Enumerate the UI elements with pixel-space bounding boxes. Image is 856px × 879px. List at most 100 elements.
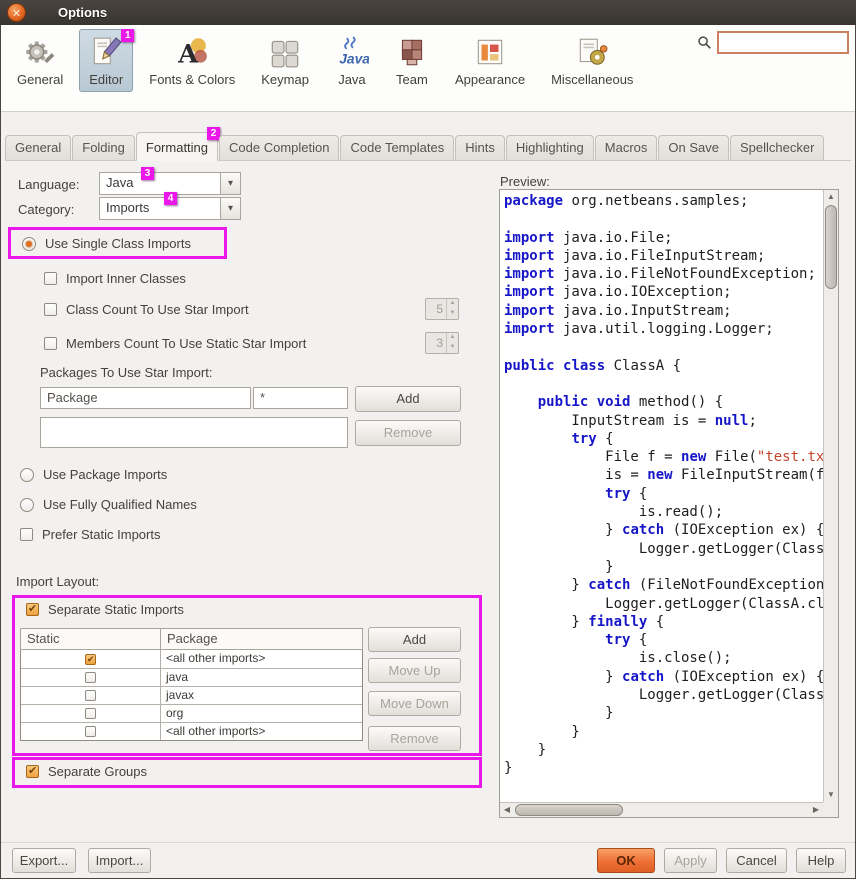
help-button[interactable]: Help — [796, 848, 846, 873]
apply-button[interactable]: Apply — [664, 848, 717, 873]
class-count-checkbox[interactable]: Class Count To Use Star Import — [44, 302, 249, 317]
class-count-spinner[interactable]: 5 ▲▼ — [425, 298, 459, 320]
scroll-down-icon[interactable]: ▼ — [824, 788, 838, 802]
toolbar-item-keymap[interactable]: Keymap — [251, 29, 319, 92]
star-table-body[interactable] — [40, 417, 348, 448]
use-fully-qualified-names-radio[interactable]: Use Fully Qualified Names — [20, 497, 197, 512]
toolbar-item-fonts-colors[interactable]: AFonts & Colors — [139, 29, 245, 92]
spinner-down-icon[interactable]: ▼ — [447, 309, 458, 319]
move-up-button[interactable]: Move Up — [368, 658, 461, 683]
close-icon: ✕ — [12, 8, 21, 20]
chevron-down-icon[interactable]: ▾ — [220, 172, 241, 195]
separate-static-imports-checkbox[interactable]: Separate Static Imports — [26, 602, 184, 617]
vertical-scrollbar[interactable]: ▲ ▼ — [823, 190, 838, 802]
horizontal-scrollbar[interactable]: ◀ ▶ — [500, 802, 823, 817]
ok-button[interactable]: OK — [597, 848, 655, 873]
use-package-imports-radio[interactable]: Use Package Imports — [20, 467, 167, 482]
tab-label: Formatting — [146, 140, 208, 155]
radio-icon[interactable] — [22, 237, 36, 251]
packages-star-label: Packages To Use Star Import: — [40, 365, 212, 380]
tab-highlighting[interactable]: Highlighting — [506, 135, 594, 160]
scroll-left-icon[interactable]: ◀ — [500, 803, 514, 817]
tab-hints[interactable]: Hints — [455, 135, 505, 160]
tab-code-templates[interactable]: Code Templates — [340, 135, 454, 160]
fonts-colors-icon: A — [175, 35, 209, 69]
import-layout-table-body: <all other imports>javajavaxorg<all othe… — [20, 650, 363, 741]
toolbar-item-editor[interactable]: Editor1 — [79, 29, 133, 92]
use-single-class-imports-radio[interactable]: Use Single Class Imports — [22, 236, 191, 251]
table-row[interactable]: org — [21, 704, 362, 722]
star-add-button[interactable]: Add — [355, 386, 461, 412]
spinner-up-icon[interactable]: ▲ — [447, 299, 458, 309]
static-column-header[interactable]: Static — [20, 628, 161, 650]
tab-spellchecker[interactable]: Spellchecker — [730, 135, 824, 160]
checkbox-icon[interactable] — [20, 528, 33, 541]
use-package-imports-label: Use Package Imports — [43, 467, 167, 482]
search-input[interactable] — [717, 31, 849, 54]
import-button[interactable]: Import... — [88, 848, 151, 873]
static-checkbox[interactable] — [85, 672, 96, 683]
package-column-header[interactable]: Package — [161, 628, 363, 650]
static-checkbox[interactable] — [85, 690, 96, 701]
checkbox-icon[interactable] — [26, 765, 39, 778]
toolbar-item-appearance[interactable]: Appearance — [445, 29, 535, 92]
spinner-down-icon[interactable]: ▼ — [447, 343, 458, 353]
table-row[interactable]: <all other imports> — [21, 722, 362, 740]
scroll-up-icon[interactable]: ▲ — [824, 190, 838, 204]
star-remove-button[interactable]: Remove — [355, 420, 461, 446]
static-checkbox[interactable] — [85, 708, 96, 719]
prefer-static-imports-checkbox[interactable]: Prefer Static Imports — [20, 527, 160, 542]
checkbox-icon[interactable] — [44, 272, 57, 285]
separate-groups-checkbox[interactable]: Separate Groups — [26, 764, 147, 779]
package-cell: java — [161, 669, 362, 686]
tab-formatting[interactable]: Formatting2 — [136, 132, 218, 161]
remove-button[interactable]: Remove — [368, 726, 461, 751]
scroll-right-icon[interactable]: ▶ — [809, 803, 823, 817]
add-button[interactable]: Add — [368, 627, 461, 652]
move-down-button[interactable]: Move Down — [368, 691, 461, 716]
scrollbar-corner — [823, 802, 838, 817]
toolbar-item-team[interactable]: Team — [385, 29, 439, 92]
toolbar-item-java[interactable]: JavaJava — [325, 29, 379, 92]
checkbox-icon[interactable] — [26, 603, 39, 616]
tab-general[interactable]: General — [5, 135, 71, 160]
star-table-header-star[interactable]: * — [253, 387, 348, 409]
members-count-spinner[interactable]: 3 ▲▼ — [425, 332, 459, 354]
static-checkbox[interactable] — [85, 654, 96, 665]
star-table-header-package[interactable]: Package — [40, 387, 251, 409]
footer-divider — [1, 842, 855, 843]
import-inner-classes-checkbox[interactable]: Import Inner Classes — [44, 271, 186, 286]
spinner-up-icon[interactable]: ▲ — [447, 333, 458, 343]
cancel-button[interactable]: Cancel — [726, 848, 787, 873]
horizontal-scroll-thumb[interactable] — [515, 804, 623, 816]
category-toolbar: GeneralEditor1AFonts & Colors Keymap JavaJ… — [1, 25, 855, 112]
class-count-value: 5 — [426, 299, 446, 319]
category-toolbar-items: GeneralEditor1AFonts & Colors Keymap JavaJ… — [7, 29, 643, 92]
radio-icon[interactable] — [20, 468, 34, 482]
spinner-buttons[interactable]: ▲▼ — [446, 333, 458, 353]
radio-icon[interactable] — [20, 498, 34, 512]
spinner-buttons[interactable]: ▲▼ — [446, 299, 458, 319]
vertical-scroll-thumb[interactable] — [825, 205, 837, 289]
tab-on-save[interactable]: On Save — [658, 135, 729, 160]
window-close-button[interactable]: ✕ — [7, 3, 26, 22]
toolbar-item-miscellaneous[interactable]: Miscellaneous — [541, 29, 643, 92]
toolbar-item-general[interactable]: General — [7, 29, 73, 92]
table-row[interactable]: <all other imports> — [21, 650, 362, 668]
static-checkbox[interactable] — [85, 726, 96, 737]
annotation-badge-3: 3 — [141, 167, 154, 180]
checkbox-icon[interactable] — [44, 303, 57, 316]
import-layout-buttons: Add Move Up Move Down Remove — [368, 627, 461, 757]
toolbar-item-label: Keymap — [261, 72, 309, 87]
table-row[interactable]: java — [21, 668, 362, 686]
table-row[interactable]: javax — [21, 686, 362, 704]
chevron-down-icon[interactable]: ▾ — [220, 197, 241, 220]
tab-folding[interactable]: Folding — [72, 135, 135, 160]
checkbox-icon[interactable] — [44, 337, 57, 350]
export-button[interactable]: Export... — [12, 848, 76, 873]
tab-macros[interactable]: Macros — [595, 135, 658, 160]
members-count-checkbox[interactable]: Members Count To Use Static Star Import — [44, 336, 306, 351]
category-value: Imports — [99, 197, 220, 220]
tab-code-completion[interactable]: Code Completion — [219, 135, 339, 160]
tab-bar: GeneralFoldingFormatting2Code Completion… — [5, 131, 851, 161]
